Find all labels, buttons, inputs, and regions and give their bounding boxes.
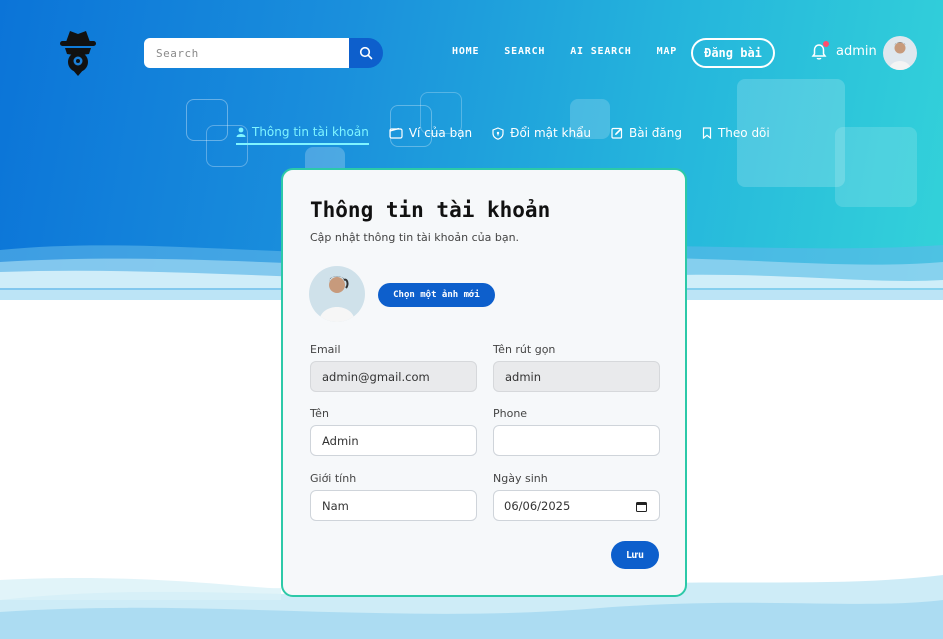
user-icon	[236, 127, 246, 137]
create-post-button[interactable]: Đăng bài	[691, 38, 775, 68]
calendar-icon[interactable]	[636, 501, 647, 512]
email-label: Email	[310, 343, 341, 356]
tab-posts[interactable]: Bài đăng	[611, 125, 682, 145]
shield-icon	[492, 126, 504, 140]
page-title: Thông tin tài khoản	[310, 198, 551, 222]
tab-following[interactable]: Theo dõi	[702, 125, 770, 145]
search-button[interactable]	[349, 38, 383, 68]
edit-icon	[611, 127, 623, 139]
tab-change-password[interactable]: Đổi mật khẩu	[492, 125, 591, 145]
search-input[interactable]	[144, 38, 349, 68]
main-nav: HOME SEARCH AI SEARCH MAP	[452, 46, 702, 57]
nav-ai-search[interactable]: AI SEARCH	[570, 46, 631, 57]
phone-field[interactable]	[493, 425, 660, 456]
tab-label: Ví của bạn	[408, 126, 473, 140]
tab-label: Bài đăng	[629, 126, 682, 140]
tab-label: Theo dõi	[717, 126, 770, 140]
gender-field[interactable]	[310, 490, 477, 521]
email-field[interactable]	[310, 361, 477, 392]
birthday-field[interactable]	[493, 490, 660, 521]
page-subtitle: Cập nhật thông tin tài khoản của bạn.	[310, 231, 520, 244]
tab-wallet[interactable]: Ví của bạn	[389, 125, 472, 145]
wallet-icon	[389, 127, 403, 139]
name-label: Tên	[310, 407, 329, 420]
choose-avatar-button[interactable]: Chọn một ảnh mới	[378, 283, 495, 307]
tab-label: Thông tin tài khoản	[252, 125, 369, 139]
short-name-label: Tên rút gọn	[493, 343, 556, 356]
save-button[interactable]: Lưu	[611, 541, 659, 569]
username[interactable]: admin	[836, 44, 877, 59]
short-name-field[interactable]	[493, 361, 660, 392]
nav-search[interactable]: SEARCH	[504, 46, 545, 57]
phone-label: Phone	[493, 407, 528, 420]
nav-home[interactable]: HOME	[452, 46, 479, 57]
profile-card: Thông tin tài khoản Cập nhật thông tin t…	[281, 168, 687, 597]
spy-logo-icon[interactable]	[58, 28, 98, 76]
search-bar	[144, 38, 383, 68]
user-avatar[interactable]	[883, 36, 917, 70]
nav-map[interactable]: MAP	[657, 46, 677, 57]
search-icon	[359, 46, 373, 60]
notification-dot	[823, 41, 829, 47]
profile-avatar	[309, 266, 365, 322]
account-tabs: Thông tin tài khoản Ví của bạn Đổi mật k…	[236, 125, 790, 145]
gender-label: Giới tính	[310, 472, 357, 485]
tab-label: Đổi mật khẩu	[510, 126, 592, 140]
birthday-label: Ngày sinh	[493, 472, 548, 485]
tab-account-info[interactable]: Thông tin tài khoản	[236, 125, 369, 145]
bookmark-icon	[702, 127, 712, 139]
name-field[interactable]	[310, 425, 477, 456]
